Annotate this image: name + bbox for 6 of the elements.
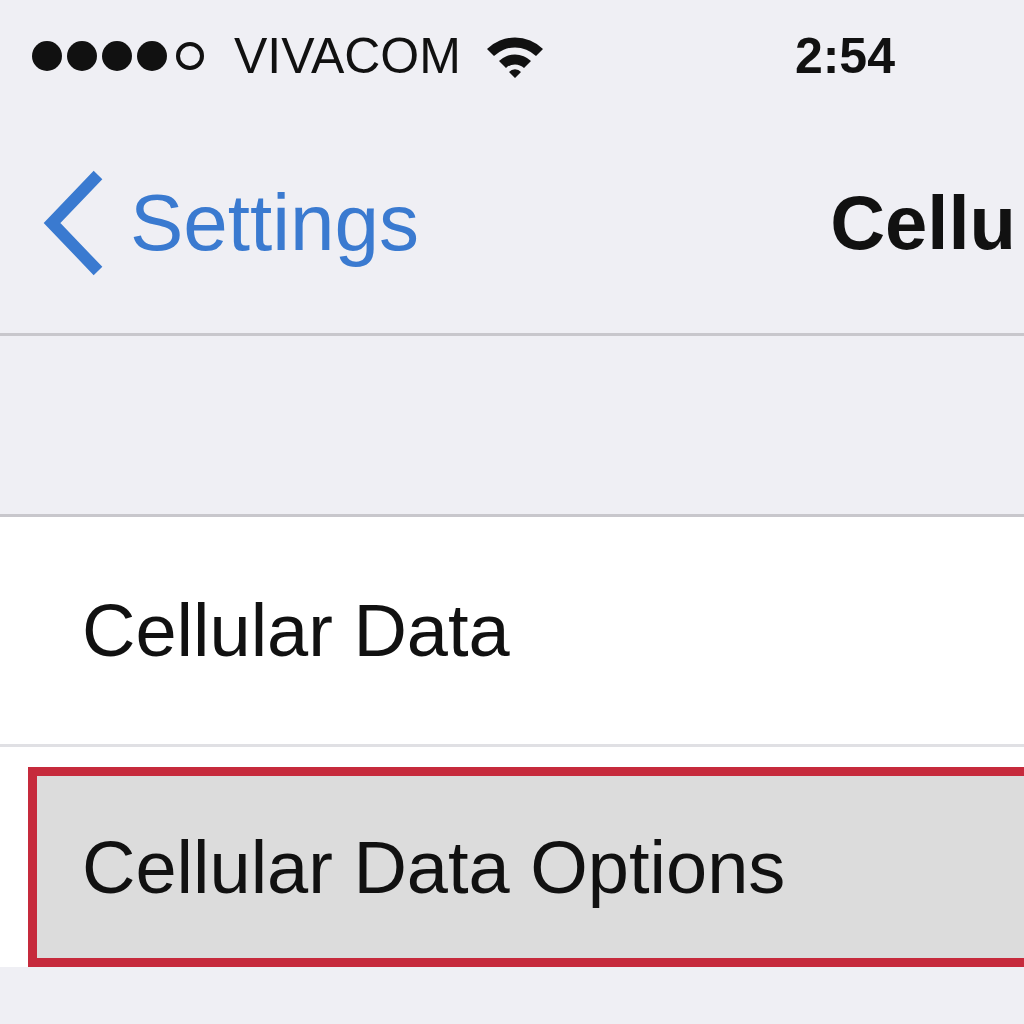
carrier-name: VIVACOM <box>234 26 461 86</box>
back-button[interactable]: Settings <box>130 162 420 283</box>
clock-time: 2:54 <box>794 26 895 86</box>
settings-row[interactable]: Cellular Data <box>0 517 1024 747</box>
page-title: Cellu <box>830 178 1017 267</box>
settings-row[interactable]: Cellular Data Options <box>28 767 1024 967</box>
